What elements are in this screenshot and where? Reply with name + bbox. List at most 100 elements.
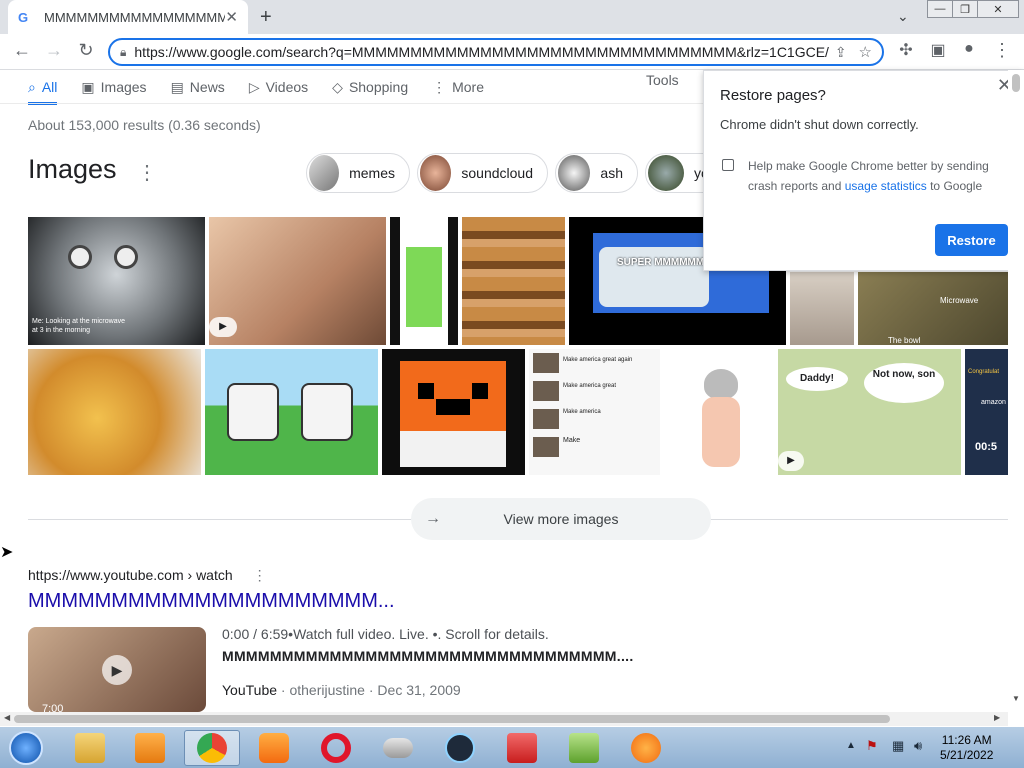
image-thumbnail[interactable]: ▶ xyxy=(209,217,386,345)
media-player-icon xyxy=(135,733,165,763)
images-more-options-icon[interactable]: ⋮ xyxy=(137,160,157,185)
restore-button[interactable]: Restore xyxy=(935,224,1008,256)
image-thumbnail[interactable]: Daddy! Not now, son ▶ xyxy=(778,349,961,475)
image-thumbnail[interactable]: Me: Looking at the microwave at 3 in the… xyxy=(28,217,205,345)
tab-search-chevron-icon[interactable]: ⌄ xyxy=(897,8,909,25)
taskbar-chart-app[interactable] xyxy=(556,730,612,766)
opera-icon xyxy=(321,733,351,763)
taskbar-explorer[interactable] xyxy=(62,730,118,766)
horizontal-scrollbar[interactable]: ◀ ▶ xyxy=(0,712,1008,726)
share-icon[interactable]: ⇪ xyxy=(835,44,847,61)
image-thumbnail[interactable]: Congratulat amazon 00:5 xyxy=(965,349,1008,475)
image-thumbnail[interactable] xyxy=(382,349,525,475)
address-bar[interactable]: 🔒︎ https://www.google.com/search?q=MMMMM… xyxy=(108,38,884,66)
chrome-menu-icon[interactable]: ⋮ xyxy=(990,40,1014,61)
result-title-link[interactable]: MMMMMMMMMMMMMMMMMMMMM... xyxy=(28,590,395,613)
tools-button[interactable]: Tools xyxy=(646,72,679,88)
tab-images[interactable]: ▣ Images xyxy=(81,79,146,96)
new-tab-button[interactable]: + xyxy=(260,6,272,29)
scroll-thumb[interactable] xyxy=(14,715,890,723)
tab-more[interactable]: ⋮ More xyxy=(432,79,484,96)
gamepad-icon xyxy=(383,738,413,758)
crash-report-checkbox[interactable] xyxy=(722,159,734,171)
thumbnail-caption: Make america great xyxy=(563,383,617,389)
view-more-images-button[interactable]: → View more images xyxy=(411,498,711,540)
side-panel-icon[interactable]: ▣ xyxy=(926,40,950,60)
speech-bubble: Not now, son xyxy=(864,363,944,403)
tab-news[interactable]: ▤ News xyxy=(171,79,225,96)
chip-label: ash xyxy=(600,165,623,181)
thumbnail-caption: Not now, son xyxy=(872,369,936,380)
usage-statistics-link[interactable]: usage statistics xyxy=(845,179,927,193)
reload-icon[interactable]: ↻ xyxy=(74,40,98,61)
taskbar-pdf-reader[interactable] xyxy=(494,730,550,766)
image-thumbnail[interactable] xyxy=(205,349,378,475)
taskbar-media-player[interactable] xyxy=(122,730,178,766)
start-button[interactable] xyxy=(0,730,52,766)
video-thumbnail[interactable]: ▶ 7:00 xyxy=(28,627,206,712)
minimize-button[interactable]: — xyxy=(927,0,953,18)
bookmark-star-icon[interactable]: ☆ xyxy=(859,43,872,61)
chip-label: memes xyxy=(349,165,395,181)
scroll-down-arrow-icon[interactable]: ▼ xyxy=(1012,694,1020,703)
tab-label: More xyxy=(452,79,485,95)
thumbnail-caption: Make america great again xyxy=(563,357,633,363)
image-thumbnail[interactable]: Microwave The bowl xyxy=(858,272,1008,345)
profile-avatar-icon[interactable]: ● xyxy=(957,40,981,58)
chip-ash[interactable]: ash xyxy=(555,153,638,193)
scroll-left-arrow-icon[interactable]: ◀ xyxy=(4,713,10,722)
scroll-right-arrow-icon[interactable]: ▶ xyxy=(994,713,1000,722)
taskbar-avast[interactable] xyxy=(618,730,674,766)
image-thumbnail[interactable] xyxy=(462,217,565,345)
maximize-button[interactable]: ❐ xyxy=(952,0,978,18)
restore-pages-dialog: Restore pages? ✕ Chrome didn't shut down… xyxy=(703,70,1023,271)
image-thumbnail[interactable] xyxy=(664,349,774,475)
forward-arrow-icon[interactable]: → xyxy=(42,40,66,61)
tab-label: Videos xyxy=(265,79,309,95)
lock-icon[interactable]: 🔒︎ xyxy=(120,45,126,60)
result-options-icon[interactable]: ⋮ xyxy=(253,567,267,583)
taskbar-electron-app[interactable] xyxy=(432,730,488,766)
vertical-scrollbar[interactable]: ▼ xyxy=(1008,70,1024,712)
chrome-icon xyxy=(197,733,227,763)
windows-logo-icon xyxy=(9,731,43,765)
tab-all[interactable]: ⌕ All xyxy=(28,79,58,105)
chip-soundcloud[interactable]: soundcloud xyxy=(417,153,548,193)
chip-memes[interactable]: memes xyxy=(306,153,410,193)
browser-tab[interactable]: G MMMMMMMMMMMMMMMMM ✕ xyxy=(8,0,248,34)
extensions-puzzle-icon[interactable]: ✣ xyxy=(894,40,918,60)
system-clock[interactable]: 11:26 AM 5/21/2022 xyxy=(940,733,993,763)
chip-thumbnail xyxy=(420,155,452,191)
uc-browser-icon xyxy=(259,733,289,763)
network-icon[interactable]: ▦ xyxy=(892,738,904,754)
volume-icon[interactable]: 🔊︎ xyxy=(914,738,922,754)
taskbar-uc-browser[interactable] xyxy=(246,730,302,766)
checkbox-label: Help make Google Chrome better by sendin… xyxy=(748,156,1008,196)
tab-title: MMMMMMMMMMMMMMMMM xyxy=(44,9,226,25)
news-icon: ▤ xyxy=(170,78,184,95)
pixel-eye xyxy=(472,383,488,399)
action-center-flag-icon[interactable]: ⚑ xyxy=(866,738,878,754)
image-thumbnail[interactable] xyxy=(790,272,854,345)
taskbar-opera[interactable] xyxy=(308,730,364,766)
back-arrow-icon[interactable]: ← xyxy=(10,40,34,61)
pixel-border xyxy=(390,217,400,345)
result-source[interactable]: https://www.youtube.com › watch ⋮ xyxy=(28,567,267,584)
pdf-icon xyxy=(507,733,537,763)
image-thumbnail[interactable] xyxy=(390,217,458,345)
image-thumbnail[interactable] xyxy=(28,349,201,475)
show-hidden-icons-arrow-icon[interactable]: ▲ xyxy=(846,740,856,751)
tab-videos[interactable]: ▷ Videos xyxy=(249,79,308,96)
close-tab-icon[interactable]: ✕ xyxy=(225,8,238,26)
search-tabs: ⌕ All ▣ Images ▤ News ▷ Videos ◇ Shopping ⋮ Mo… xyxy=(28,70,508,105)
url-text[interactable]: https://www.google.com/search?q=MMMMMMMM… xyxy=(134,44,834,60)
taskbar-chrome[interactable] xyxy=(184,730,240,766)
thumbnail-caption: Make xyxy=(563,437,581,444)
tab-shopping[interactable]: ◇ Shopping xyxy=(332,79,408,96)
scroll-thumb[interactable] xyxy=(1012,74,1020,92)
image-thumbnail[interactable]: Make america great again Make america gr… xyxy=(529,349,660,475)
taskbar-gamepad[interactable] xyxy=(370,730,426,766)
close-window-button[interactable]: ✕ xyxy=(977,0,1019,18)
game-console xyxy=(599,247,709,307)
pixel-face-bottom xyxy=(400,431,506,467)
